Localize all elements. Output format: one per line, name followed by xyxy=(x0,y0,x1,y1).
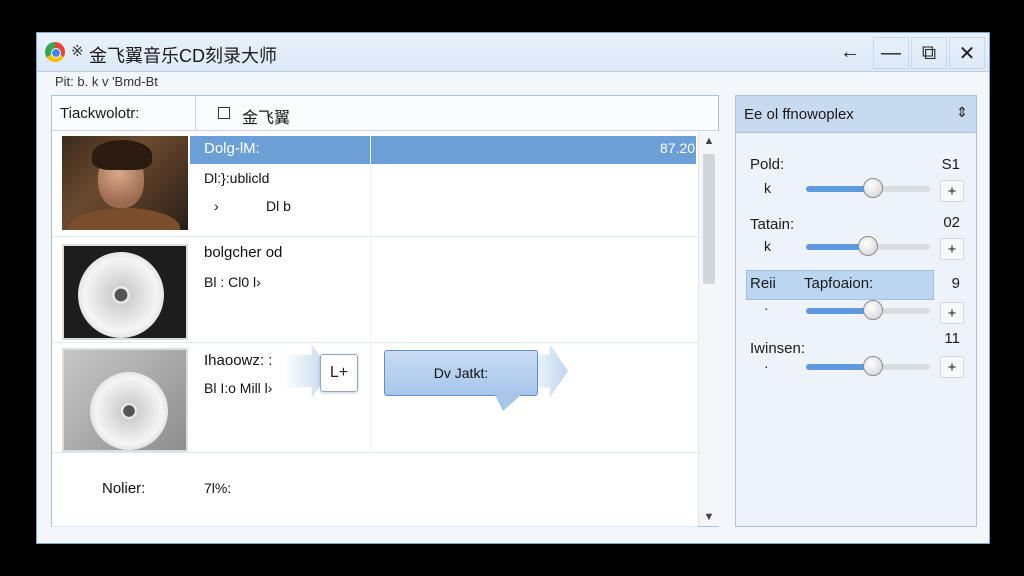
title-glyph-icon: ※ xyxy=(71,43,84,60)
cd-disc-thumbnail xyxy=(62,348,188,452)
track-info: Bl I:o Mill l› xyxy=(204,380,273,396)
close-button[interactable]: ✕ xyxy=(949,37,985,69)
window-title: 金飞翼音乐CD刻录大师 xyxy=(89,46,277,66)
control-value: 02 xyxy=(943,214,960,231)
track-row[interactable]: Ihaoowz: : Bl I:o Mill l› xyxy=(52,342,698,453)
scrollbar-thumb[interactable] xyxy=(703,154,715,284)
scroll-down-icon[interactable]: ▼ xyxy=(699,508,719,526)
drag-tooltip: Dv Jatkt: xyxy=(384,350,538,411)
selection-highlight xyxy=(190,136,696,164)
track-title: Ihaoowz: : xyxy=(204,352,273,369)
track-row[interactable]: bolgcher od Bl : Cl0 l› xyxy=(52,236,698,343)
slider-knob[interactable] xyxy=(858,236,878,256)
control-label: Pold: xyxy=(750,156,785,173)
control-label: Iwinsen: xyxy=(750,340,806,357)
control-value: 11 xyxy=(944,330,960,347)
expand-toggle-icon[interactable]: ⇕ xyxy=(956,104,968,121)
control-slider[interactable] xyxy=(806,356,930,376)
minimize-button[interactable]: — xyxy=(873,37,909,69)
title-bar[interactable]: ※ 金飞翼音乐CD刻录大师 ← — ⧉ ✕ xyxy=(37,33,989,72)
cd-disc-thumbnail xyxy=(62,244,188,340)
slider-knob[interactable] xyxy=(862,356,883,376)
track-info-extra: Dl b xyxy=(266,198,291,214)
drag-handle[interactable]: L+ xyxy=(320,354,358,392)
increment-button[interactable]: + xyxy=(940,302,964,324)
track-title: bolgcher od xyxy=(204,244,283,261)
control-label: Reii xyxy=(750,275,776,292)
track-title: Dolg-lM: xyxy=(204,140,260,157)
control-value: 9 xyxy=(951,275,960,292)
track-title: Nolier: xyxy=(102,480,146,497)
list-header: Tiackwolotr: 金飞翼 xyxy=(52,96,718,131)
list-scrollbar[interactable]: ▲ ▼ xyxy=(698,132,719,526)
control-slider[interactable] xyxy=(806,300,930,320)
maximize-button[interactable]: ⧉ xyxy=(911,37,947,69)
track-info: 7l%: xyxy=(204,480,232,496)
column-header-album[interactable]: 金飞翼 xyxy=(242,104,290,128)
settings-panel-header[interactable]: Ee ol ffnowoplex ⇕ xyxy=(736,96,976,133)
slider-knob[interactable] xyxy=(862,178,883,198)
settings-panel: Ee ol ffnowoplex ⇕ Pold: S1 k + Tatain: … xyxy=(735,95,977,527)
track-info: Dl:}:ublicld xyxy=(204,170,270,186)
track-info: Bl : Cl0 l› xyxy=(204,274,261,290)
increment-button[interactable]: + xyxy=(940,180,964,202)
slider-knob[interactable] xyxy=(862,300,883,320)
track-list-panel: Tiackwolotr: 金飞翼 Dolg-lM: 87.20 Dl:}:ubl… xyxy=(51,95,719,527)
breadcrumb: Pit: b. k v 'Bmd-Bt xyxy=(55,74,158,89)
control-sublabel: · xyxy=(764,358,769,374)
select-all-checkbox[interactable] xyxy=(218,107,230,119)
track-row[interactable]: Nolier: 7l%: xyxy=(52,452,698,527)
app-logo-icon xyxy=(45,42,65,62)
control-sublabel: k xyxy=(764,238,771,254)
control-value: S1 xyxy=(941,156,960,173)
album-cover-portrait xyxy=(62,136,188,230)
app-window: ※ 金飞翼音乐CD刻录大师 ← — ⧉ ✕ Pit: b. k v 'Bmd-B… xyxy=(36,32,990,544)
control-sublabel: · xyxy=(764,300,769,316)
track-duration: 87.20 xyxy=(660,140,696,156)
drag-tooltip-text: Dv Jatkt: xyxy=(433,365,489,381)
increment-button[interactable]: + xyxy=(940,356,964,378)
control-slider[interactable] xyxy=(806,178,930,198)
increment-button[interactable]: + xyxy=(940,238,964,260)
column-header-label: Tiackwolotr: xyxy=(60,104,140,122)
track-row[interactable]: Dolg-lM: 87.20 Dl:}:ublicld › Dl b xyxy=(52,132,698,237)
scroll-up-icon[interactable]: ▲ xyxy=(699,132,719,150)
control-slider[interactable] xyxy=(806,236,930,256)
column-header-track[interactable]: Tiackwolotr: xyxy=(52,96,196,130)
track-info-arrow: › xyxy=(214,198,219,214)
settings-panel-title: Ee ol ffnowoplex xyxy=(744,106,854,123)
control-sublabel: k xyxy=(764,180,771,196)
back-button[interactable]: ← xyxy=(833,37,867,67)
control-label-secondary: Tapfoaion: xyxy=(804,275,874,292)
control-label: Tatain: xyxy=(750,216,795,233)
